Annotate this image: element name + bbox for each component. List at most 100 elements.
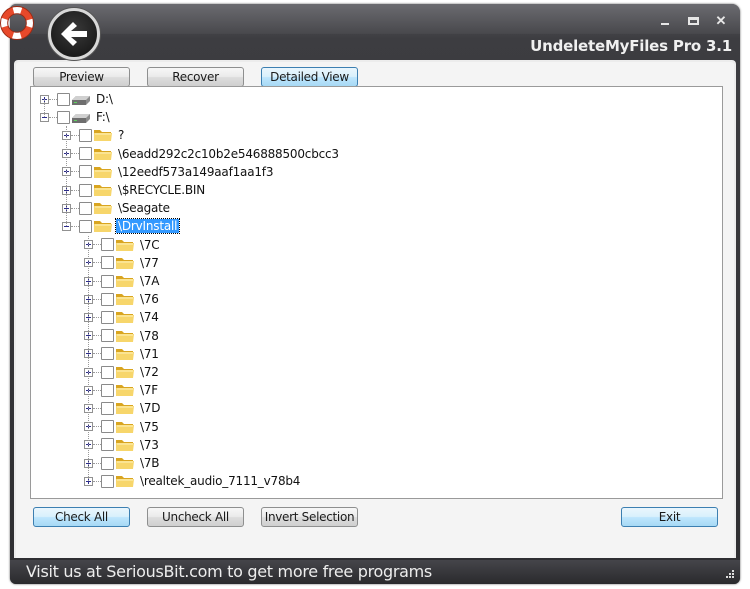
exit-button[interactable]: Exit bbox=[621, 507, 718, 527]
folder-icon bbox=[115, 365, 135, 379]
node-label[interactable]: \realtek_audio_7111_v78b4 bbox=[138, 474, 302, 488]
tree-node-folder[interactable]: \76 bbox=[84, 290, 161, 308]
folder-icon bbox=[115, 329, 135, 343]
node-label[interactable]: \12eedf573a149aaf1aa1f3 bbox=[116, 165, 275, 179]
tree-connector bbox=[66, 126, 67, 227]
node-label[interactable]: \73 bbox=[138, 438, 161, 452]
node-label[interactable]: ? bbox=[116, 128, 126, 142]
check-all-button[interactable]: Check All bbox=[33, 507, 130, 527]
checkbox[interactable] bbox=[101, 292, 114, 306]
tree-node-folder[interactable]: \7D bbox=[84, 399, 162, 417]
checkbox[interactable] bbox=[101, 456, 114, 470]
checkbox[interactable] bbox=[101, 383, 114, 397]
detailed-view-button[interactable]: Detailed View bbox=[261, 67, 358, 87]
title-bar[interactable] bbox=[10, 4, 740, 34]
node-label[interactable]: \75 bbox=[138, 420, 161, 434]
close-icon: ✕ bbox=[715, 13, 727, 28]
node-label[interactable]: \Seagate bbox=[116, 201, 172, 215]
tree-connector bbox=[71, 189, 79, 191]
checkbox[interactable] bbox=[79, 128, 92, 142]
node-label[interactable]: \77 bbox=[138, 256, 161, 270]
tree-connector bbox=[44, 99, 45, 118]
checkbox[interactable] bbox=[101, 438, 114, 452]
folder-icon bbox=[115, 420, 135, 434]
tree-node-folder[interactable]: ? bbox=[62, 126, 126, 144]
checkbox[interactable] bbox=[101, 310, 114, 324]
checkbox[interactable] bbox=[79, 183, 92, 197]
checkbox[interactable] bbox=[79, 165, 92, 179]
node-label[interactable]: \$RECYCLE.BIN bbox=[116, 183, 207, 197]
tree-node-folder[interactable]: \78 bbox=[84, 327, 161, 345]
resize-grip-icon[interactable] bbox=[724, 570, 734, 580]
maximize-button[interactable] bbox=[686, 14, 700, 28]
node-label[interactable]: \76 bbox=[138, 292, 161, 306]
tree-node-folder[interactable]: \$RECYCLE.BIN bbox=[62, 181, 207, 199]
checkbox[interactable] bbox=[101, 365, 114, 379]
tree-node-drive[interactable]: F:\ bbox=[40, 108, 111, 126]
node-label[interactable]: \7F bbox=[138, 383, 160, 397]
minimize-button[interactable] bbox=[658, 14, 672, 28]
tree-node-folder[interactable]: \12eedf573a149aaf1aa1f3 bbox=[62, 163, 275, 181]
folder-icon bbox=[115, 292, 135, 306]
folder-icon bbox=[115, 456, 135, 470]
tree-node-folder[interactable]: \73 bbox=[84, 436, 161, 454]
tree-node-folder[interactable]: \DrvInstall bbox=[62, 217, 181, 235]
node-label[interactable]: \6eadd292c2c10b2e546888500cbcc3 bbox=[116, 147, 341, 161]
minimize-icon bbox=[661, 23, 669, 25]
node-label[interactable]: D:\ bbox=[94, 92, 115, 106]
arrow-left-icon bbox=[61, 22, 87, 46]
tree-node-folder[interactable]: \71 bbox=[84, 345, 161, 363]
checkbox[interactable] bbox=[57, 92, 70, 106]
folder-icon bbox=[115, 238, 135, 252]
checkbox[interactable] bbox=[79, 201, 92, 215]
checkbox[interactable] bbox=[101, 401, 114, 415]
checkbox[interactable] bbox=[101, 329, 114, 343]
checkbox[interactable] bbox=[57, 110, 70, 124]
folder-icon bbox=[115, 274, 135, 288]
tree-node-folder[interactable]: \6eadd292c2c10b2e546888500cbcc3 bbox=[62, 145, 341, 163]
tree-node-folder[interactable]: \realtek_audio_7111_v78b4 bbox=[84, 472, 302, 490]
recover-button[interactable]: Recover bbox=[147, 67, 244, 87]
tree-connector bbox=[93, 371, 101, 373]
invert-selection-button[interactable]: Invert Selection bbox=[261, 507, 358, 527]
uncheck-all-button[interactable]: Uncheck All bbox=[147, 507, 244, 527]
status-bar: Visit us at SeriousBit.com to get more f… bbox=[10, 560, 740, 584]
tree-node-folder[interactable]: \75 bbox=[84, 418, 161, 436]
tree-node-drive[interactable]: D:\ bbox=[40, 90, 115, 108]
status-text[interactable]: Visit us at SeriousBit.com to get more f… bbox=[26, 562, 432, 581]
tree-node-folder[interactable]: \Seagate bbox=[62, 199, 172, 217]
tree-node-folder[interactable]: \77 bbox=[84, 254, 161, 272]
node-label[interactable]: \78 bbox=[138, 329, 161, 343]
tree-node-folder[interactable]: \72 bbox=[84, 363, 161, 381]
node-label[interactable]: \7B bbox=[138, 456, 161, 470]
checkbox[interactable] bbox=[79, 219, 92, 233]
folder-icon bbox=[93, 201, 113, 215]
node-label[interactable]: \72 bbox=[138, 365, 161, 379]
checkbox[interactable] bbox=[101, 474, 114, 488]
checkbox[interactable] bbox=[101, 238, 114, 252]
node-label[interactable]: \74 bbox=[138, 310, 161, 324]
tree-node-folder[interactable]: \74 bbox=[84, 308, 161, 326]
node-label[interactable]: \7A bbox=[138, 274, 161, 288]
checkbox[interactable] bbox=[101, 420, 114, 434]
node-label[interactable]: \DrvInstall bbox=[114, 218, 181, 235]
preview-button[interactable]: Preview bbox=[33, 67, 130, 87]
node-label[interactable]: \71 bbox=[138, 347, 161, 361]
tree-node-folder[interactable]: \7A bbox=[84, 272, 161, 290]
tree-node-folder[interactable]: \7B bbox=[84, 454, 161, 472]
checkbox[interactable] bbox=[79, 147, 92, 161]
node-label[interactable]: F:\ bbox=[94, 110, 111, 124]
checkbox[interactable] bbox=[101, 274, 114, 288]
checkbox[interactable] bbox=[101, 347, 114, 361]
folder-icon bbox=[115, 438, 135, 452]
tree-connector bbox=[93, 462, 101, 464]
tree-connector bbox=[49, 98, 57, 100]
close-button[interactable]: ✕ bbox=[714, 14, 728, 28]
node-label[interactable]: \7D bbox=[138, 401, 162, 415]
back-button[interactable] bbox=[48, 8, 100, 60]
tree-node-folder[interactable]: \7C bbox=[84, 236, 161, 254]
folder-tree[interactable]: D:\ F:\? \6eadd292c2c10b2e546888500cbcc3 \1… bbox=[30, 86, 723, 499]
node-label[interactable]: \7C bbox=[138, 238, 161, 252]
checkbox[interactable] bbox=[101, 256, 114, 270]
tree-node-folder[interactable]: \7F bbox=[84, 381, 160, 399]
